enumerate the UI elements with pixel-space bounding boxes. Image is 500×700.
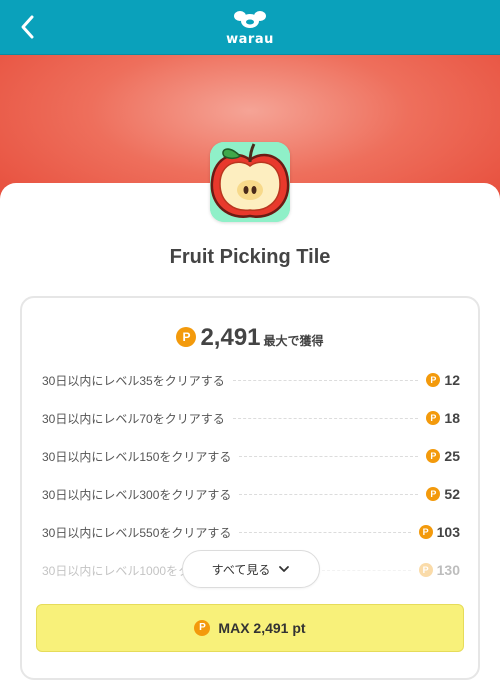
task-label: 30日以内にレベル550をクリアする (42, 525, 232, 540)
task-points: 103 (436, 524, 460, 540)
see-all-button[interactable]: すべて見る (182, 550, 320, 588)
task-reward: P 52 (426, 486, 460, 502)
app-icon (210, 142, 290, 222)
total-points-label: 最大で獲得 (263, 334, 324, 348)
logo-text: warau (226, 32, 274, 47)
chevron-down-icon (279, 566, 290, 572)
task-points: 12 (444, 372, 460, 388)
point-coin-icon: P (426, 373, 441, 387)
apple-icon (210, 142, 290, 222)
logo-mark-icon (234, 11, 266, 28)
chevron-left-icon (21, 15, 34, 39)
top-navigation-bar: warau (0, 0, 500, 55)
task-row: 30日以内にレベル70をクリアする P 18 (42, 408, 460, 428)
see-all-label: すべて見る (211, 562, 271, 577)
dotted-leader (239, 455, 419, 457)
reward-panel: P 2,491 最大で獲得 30日以内にレベル35をクリアする P 12 30日以内… (20, 296, 480, 680)
task-reward: P 12 (426, 372, 460, 388)
back-button[interactable] (14, 13, 42, 41)
point-coin-icon: P (176, 326, 197, 347)
dotted-leader (232, 417, 419, 419)
task-label: 30日以内にレベル70をクリアする (42, 411, 225, 426)
task-points: 25 (444, 448, 460, 464)
task-points: 130 (436, 562, 460, 578)
total-points: 2,491 (200, 324, 261, 351)
point-coin-icon: P (426, 411, 441, 425)
point-coin-icon: P (418, 525, 433, 539)
warau-logo[interactable]: warau (225, 9, 275, 47)
max-points-label: MAX 2,491 pt (218, 620, 306, 636)
task-reward: P 103 (418, 524, 460, 540)
point-coin-icon: P (426, 487, 441, 501)
point-coin-icon: P (418, 563, 433, 577)
point-coin-icon: P (194, 620, 211, 636)
task-label: 30日以内にレベル300をクリアする (42, 487, 232, 502)
dotted-leader (239, 493, 419, 495)
task-reward: P 18 (426, 410, 460, 426)
task-reward: P 25 (426, 448, 460, 464)
task-row: 30日以内にレベル35をクリアする P 12 (42, 370, 460, 390)
dotted-leader (232, 379, 419, 381)
task-reward: P 130 (418, 562, 460, 578)
dotted-leader (239, 531, 411, 533)
task-points: 18 (444, 410, 460, 426)
task-label: 30日以内にレベル150をクリアする (42, 449, 232, 464)
task-row: 30日以内にレベル150をクリアする P 25 (42, 446, 460, 466)
point-coin-icon: P (426, 449, 441, 463)
max-points-button[interactable]: P MAX 2,491 pt (36, 604, 464, 652)
max-reward-summary: P 2,491 最大で獲得 (22, 324, 478, 352)
task-label: 30日以内にレベル35をクリアする (42, 373, 225, 388)
task-row: 30日以内にレベル300をクリアする P 52 (42, 484, 460, 504)
app-title: Fruit Picking Tile (169, 246, 331, 268)
task-row: 30日以内にレベル550をクリアする P 103 (42, 522, 460, 542)
task-points: 52 (444, 486, 460, 502)
